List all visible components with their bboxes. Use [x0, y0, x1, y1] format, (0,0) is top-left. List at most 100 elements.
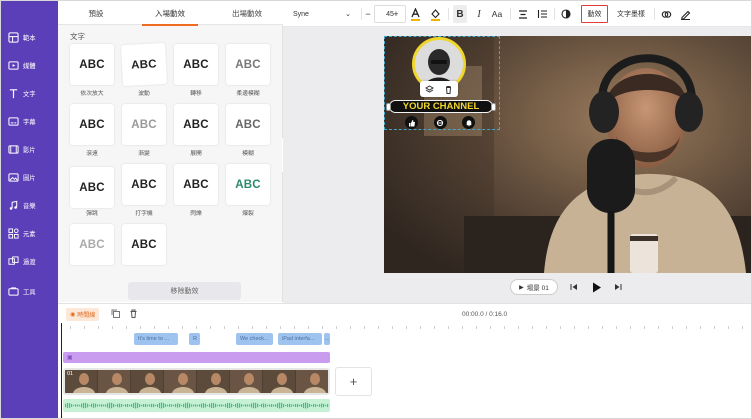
text-clip[interactable]: It's time to ...	[134, 333, 178, 345]
animation-option[interactable]: ABC	[70, 224, 114, 280]
animation-option[interactable]: ABC	[122, 224, 166, 280]
sidebar-item-video[interactable]: 影片	[1, 135, 58, 163]
spacing-button[interactable]	[535, 5, 549, 23]
like-icon[interactable]	[405, 116, 418, 129]
sidebar-item-text[interactable]: 文字	[1, 79, 58, 107]
next-button[interactable]	[613, 281, 623, 293]
text-case-button[interactable]: Aa	[489, 5, 505, 23]
channel-banner[interactable]: YOUR CHANNEL	[389, 100, 493, 113]
waveform-bar	[251, 403, 253, 408]
video-preview[interactable]: YOUR CHANNEL	[384, 36, 751, 273]
edit-button[interactable]	[678, 5, 692, 23]
font-size-increase-button[interactable]: +	[391, 5, 401, 23]
animation-option[interactable]: ABC 轉移	[174, 44, 218, 100]
sidebar-item-template[interactable]: 範本	[1, 23, 58, 51]
ruler-tick	[266, 326, 267, 329]
timeline-toggle[interactable]: ◉ 時間線	[66, 308, 100, 321]
sidebar-item-elements[interactable]: 元素	[1, 219, 58, 247]
ruler-tick	[98, 326, 99, 329]
waveform-bar	[323, 403, 325, 408]
play-button[interactable]	[591, 280, 603, 294]
align-button[interactable]	[516, 5, 530, 23]
italic-button[interactable]: I	[472, 5, 486, 23]
animation-option[interactable]: ABC 模糊	[226, 104, 270, 160]
font-family-select[interactable]: Syne ⌄	[290, 5, 354, 23]
waveform-bar	[221, 404, 223, 407]
text-clip[interactable]: We check...	[236, 333, 273, 345]
video-track[interactable]: 01	[63, 368, 330, 395]
sidebar-item-label: 範本	[23, 34, 36, 42]
text-style-button[interactable]: 文字墨樣	[613, 5, 649, 23]
audio-waveform	[65, 402, 329, 409]
remove-animation-button[interactable]: 移除動效	[128, 282, 241, 300]
tab-entrance-animation[interactable]: 入場動效	[138, 1, 202, 26]
resize-handle[interactable]	[386, 103, 391, 111]
animation-option[interactable]: ABC 波動	[120, 42, 168, 100]
animation-option[interactable]: ABC 打字機	[122, 164, 166, 220]
waveform-bar	[93, 403, 95, 408]
animation-preview: ABC	[174, 104, 218, 145]
animation-option[interactable]: ABC 彈跳	[70, 164, 114, 220]
animation-label: 打字機	[135, 211, 153, 217]
ruler-tick	[154, 326, 155, 329]
timeline-ruler[interactable]	[58, 323, 751, 331]
animation-option[interactable]: ABC 滾遠	[70, 104, 114, 160]
text-clip[interactable]: R	[189, 333, 200, 345]
animation-option[interactable]: ABC 閃爍	[174, 164, 218, 220]
section-title: 文字	[70, 32, 85, 41]
sidebar-item-subtitle[interactable]: 字幕	[1, 107, 58, 135]
animation-preview: ABC	[70, 44, 114, 85]
waveform-bar	[199, 404, 201, 407]
animation-option[interactable]: ABC 展開	[174, 104, 218, 160]
scene-selector[interactable]: ▶ 場景 01	[510, 279, 558, 295]
font-size-field[interactable]: 45	[374, 5, 406, 23]
waveform-bar	[201, 403, 203, 408]
ruler-tick	[196, 326, 197, 329]
layers-icon[interactable]	[425, 84, 434, 94]
text-color-button[interactable]	[408, 5, 422, 23]
ruler-tick	[672, 326, 673, 329]
playhead[interactable]	[61, 323, 62, 418]
waveform-bar	[241, 404, 243, 407]
sidebar-item-tools[interactable]: 工具	[1, 277, 58, 305]
trash-icon[interactable]	[444, 85, 453, 94]
animation-option[interactable]: ABC 柔邊模糊	[226, 44, 270, 100]
font-family-value: Syne	[293, 10, 309, 18]
audio-track[interactable]	[63, 399, 330, 412]
bell-icon[interactable]	[462, 116, 475, 129]
link-button[interactable]	[659, 5, 673, 23]
sidebar-item-transition[interactable]: 過渡	[1, 247, 58, 275]
tab-preset[interactable]: 預設	[66, 1, 126, 25]
text-clip[interactable]: ...	[324, 333, 330, 345]
animation-preview: ABC	[122, 104, 166, 145]
tab-exit-animation[interactable]: 出場動效	[216, 1, 278, 25]
waveform-bar	[173, 404, 175, 407]
animation-button[interactable]: 動效	[581, 5, 608, 23]
ruler-tick	[420, 326, 421, 329]
waveform-bar	[325, 404, 327, 407]
waveform-bar	[123, 404, 125, 407]
text-clip[interactable]: iPad interfa...	[278, 333, 322, 345]
opacity-button[interactable]	[559, 5, 573, 23]
sidebar-item-media[interactable]: 媒體	[1, 51, 58, 79]
toolbar-divider	[554, 8, 555, 20]
delete-button[interactable]	[129, 309, 139, 319]
share-icon[interactable]	[433, 116, 447, 129]
duplicate-button[interactable]	[111, 309, 121, 319]
bold-button[interactable]: B	[453, 5, 467, 23]
animation-option[interactable]: ABC 依次放大	[70, 44, 114, 100]
sidebar-item-image[interactable]: 圖片	[1, 163, 58, 191]
animation-option[interactable]: ABC 爆裂	[226, 164, 270, 220]
highlight-color-button[interactable]	[428, 5, 442, 23]
resize-handle[interactable]	[491, 103, 496, 111]
sidebar-item-music[interactable]: 音樂	[1, 191, 58, 219]
font-size-decrease-button[interactable]: −	[363, 5, 373, 23]
animation-option[interactable]: ABC 漸變	[122, 104, 166, 160]
ruler-tick	[728, 326, 729, 329]
previous-button[interactable]	[569, 281, 579, 293]
add-track-button[interactable]: +	[335, 367, 372, 396]
waveform-bar	[247, 404, 249, 407]
ruler-tick	[224, 326, 225, 329]
overlay-track[interactable]: ▣	[63, 352, 330, 363]
waveform-bar	[83, 402, 85, 409]
